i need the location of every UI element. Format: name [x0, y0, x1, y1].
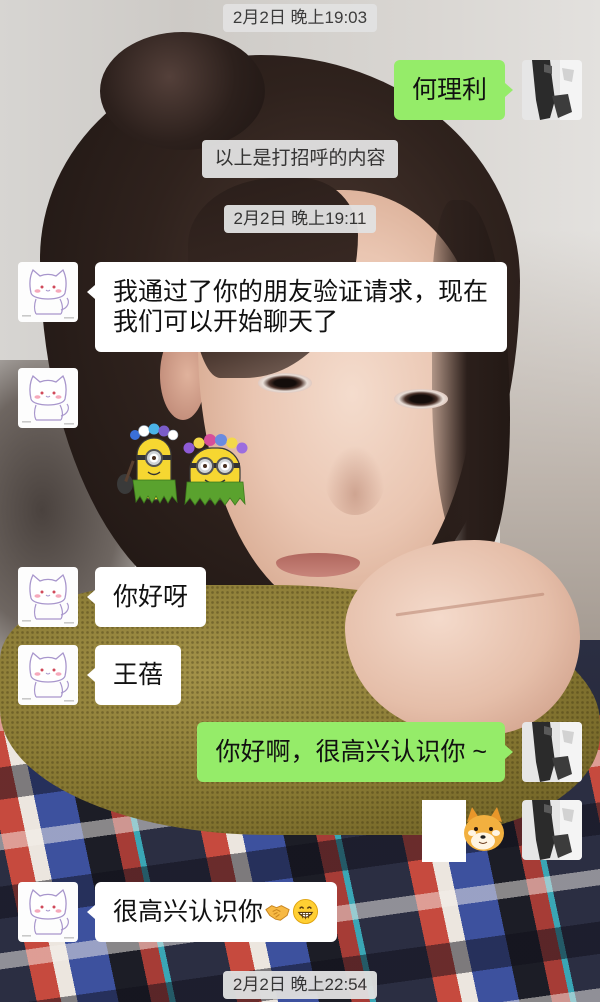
- handshake-icon: [265, 905, 290, 921]
- message-text: 我通过了你的朋友验证请求，现在我们可以开始聊天了: [113, 278, 489, 336]
- message-text: 很高兴认识你: [113, 898, 264, 926]
- message-timestamp: 2月2日 晚上19:03: [222, 4, 378, 32]
- white-cat-avatar-icon: [18, 262, 78, 322]
- incoming-message-bubble[interactable]: 王蓓: [86, 645, 182, 705]
- message-text: 你好啊，很高兴认识你 ~: [215, 738, 487, 766]
- contact-avatar[interactable]: [18, 262, 78, 322]
- contact-avatar[interactable]: [18, 645, 78, 705]
- photo-avatar-icon: [522, 722, 582, 782]
- incoming-message-bubble[interactable]: 很高兴认识你: [86, 882, 338, 942]
- outgoing-message-bubble[interactable]: 何理利: [393, 60, 514, 120]
- system-notice-row: 以上是打招呼的内容: [0, 140, 600, 178]
- my-avatar[interactable]: [522, 800, 582, 860]
- shiba-dog-sticker-icon: [422, 800, 504, 862]
- chat-message-list[interactable]: 2月2日 晚上19:03 何理利 以上是打招呼的内容 2月2日 晚上19:11 …: [0, 0, 600, 1002]
- shiba-dog-sticker[interactable]: [422, 800, 505, 862]
- message-text: 何理利: [411, 76, 487, 104]
- photo-avatar-icon: [522, 800, 582, 860]
- white-cat-avatar-icon: [18, 882, 78, 942]
- outgoing-message-bubble[interactable]: 你好啊，很高兴认识你 ~: [197, 722, 513, 782]
- message-timestamp: 2月2日 晚上19:11: [223, 205, 377, 233]
- contact-avatar[interactable]: [18, 368, 78, 428]
- timestamp-row: 2月2日 晚上19:03: [0, 4, 600, 32]
- system-notice: 以上是打招呼的内容: [202, 140, 398, 178]
- grinning-face-icon: [292, 898, 319, 925]
- white-cat-avatar-icon: [18, 645, 78, 705]
- contact-avatar[interactable]: [18, 882, 78, 942]
- timestamp-row: 2月2日 晚上19:11: [0, 205, 600, 233]
- white-cat-avatar-icon: [18, 368, 78, 428]
- incoming-message-bubble[interactable]: 你好呀: [86, 567, 207, 627]
- minions-sticker-icon: [117, 423, 248, 506]
- message-text: 王蓓: [113, 661, 164, 689]
- my-avatar[interactable]: [522, 722, 582, 782]
- message-timestamp: 2月2日 晚上22:54: [222, 971, 378, 999]
- minions-flower-crown-sticker[interactable]: [95, 368, 250, 513]
- my-avatar[interactable]: [522, 60, 582, 120]
- white-cat-avatar-icon: [18, 567, 78, 627]
- timestamp-row: 2月2日 晚上22:54: [0, 971, 600, 999]
- contact-avatar[interactable]: [18, 567, 78, 627]
- photo-avatar-icon: [522, 60, 582, 120]
- incoming-message-bubble[interactable]: 我通过了你的朋友验证请求，现在我们可以开始聊天了: [87, 262, 507, 352]
- message-text: 你好呀: [113, 583, 189, 611]
